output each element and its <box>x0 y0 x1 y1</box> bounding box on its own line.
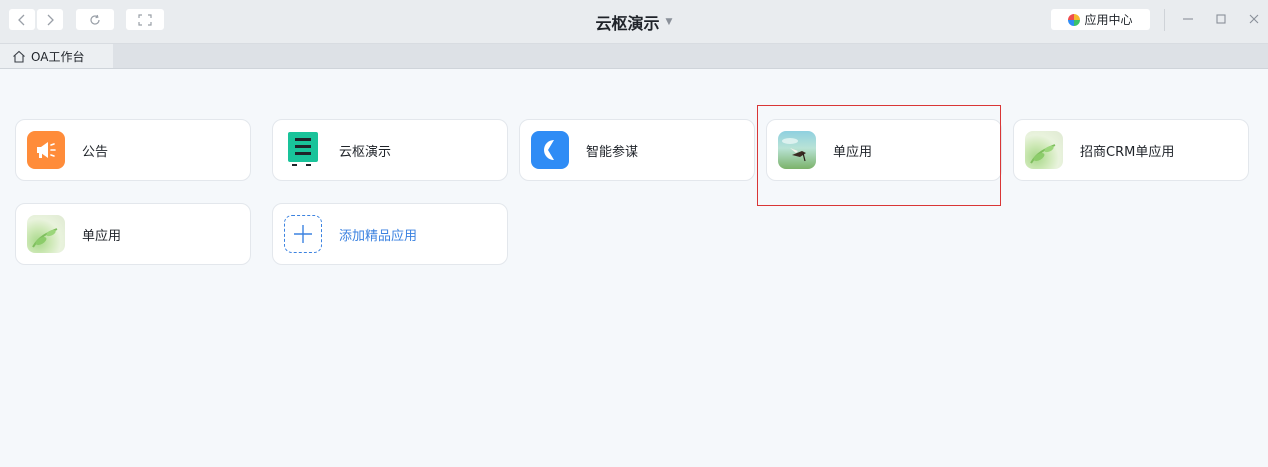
chevron-right-icon <box>47 14 54 25</box>
minimize-icon <box>1183 18 1193 20</box>
megaphone-icon <box>27 131 65 169</box>
chevron-left-icon <box>18 14 25 25</box>
app-label: 单应用 <box>82 228 122 244</box>
pinwheel-icon <box>1068 13 1081 26</box>
app-label: 智能参谋 <box>586 144 639 160</box>
tab-oa-workbench[interactable]: OA工作台 <box>0 44 113 68</box>
tab-label: OA工作台 <box>31 49 85 64</box>
refresh-icon <box>90 14 100 25</box>
home-icon <box>13 50 25 63</box>
leaf-photo-icon <box>27 215 65 253</box>
close-button[interactable] <box>1247 12 1261 26</box>
app-card-crm-single-app[interactable]: 招商CRM单应用 <box>1013 119 1249 181</box>
back-button[interactable] <box>9 9 35 30</box>
add-app-card[interactable]: 添加精品应用 <box>272 203 508 265</box>
fullscreen-button[interactable] <box>126 9 164 30</box>
plus-icon <box>284 215 322 253</box>
window-title-dropdown[interactable]: 云枢演示 ▼ <box>596 10 673 34</box>
window-title: 云枢演示 <box>595 13 660 33</box>
app-center-button[interactable]: 应用中心 <box>1051 9 1150 30</box>
app-card-single-app-2[interactable]: 单应用 <box>15 203 251 265</box>
forward-button[interactable] <box>37 9 63 30</box>
smart-advisor-icon <box>531 131 569 169</box>
minimize-button[interactable] <box>1181 12 1195 26</box>
close-icon <box>1249 14 1259 24</box>
tab-bar: OA工作台 <box>0 44 1268 69</box>
caret-down-icon: ▼ <box>665 16 673 27</box>
selection-highlight <box>757 105 1001 206</box>
app-label: 公告 <box>82 144 109 160</box>
leaf-photo-icon <box>1025 131 1063 169</box>
maximize-icon <box>1216 14 1226 24</box>
refresh-button[interactable] <box>76 9 114 30</box>
yunshu-logo-icon <box>284 131 322 169</box>
maximize-button[interactable] <box>1214 12 1228 26</box>
app-card-smart-advisor[interactable]: 智能参谋 <box>519 119 755 181</box>
app-card-announcement[interactable]: 公告 <box>15 119 251 181</box>
app-center-label: 应用中心 <box>1084 13 1133 27</box>
app-label: 云枢演示 <box>339 144 392 160</box>
title-bar: 云枢演示 ▼ 应用中心 <box>0 0 1268 44</box>
window-controls-divider <box>1164 9 1165 31</box>
fullscreen-icon <box>138 13 152 26</box>
add-app-label: 添加精品应用 <box>339 228 418 244</box>
app-card-yunshu-demo[interactable]: 云枢演示 <box>272 119 508 181</box>
app-label: 招商CRM单应用 <box>1080 144 1175 160</box>
